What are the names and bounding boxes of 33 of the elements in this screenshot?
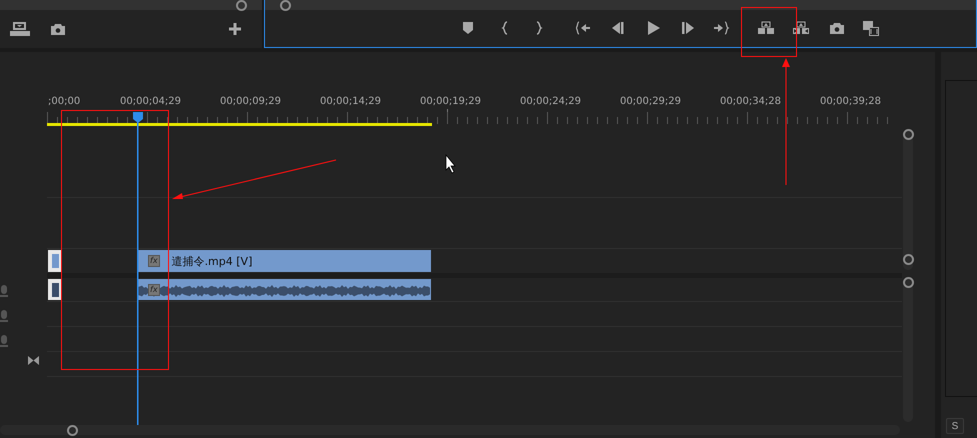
play-icon[interactable] [646, 21, 662, 36]
mouse-pointer-icon [446, 154, 456, 174]
export-frame-icon[interactable] [10, 22, 30, 36]
insert-icon[interactable] [758, 21, 774, 36]
solo-button[interactable]: S [946, 418, 964, 434]
clip-name: 遣捕令.mp4 [V] [172, 254, 252, 268]
timecode-label: 00;00;04;29 [120, 96, 182, 107]
overwrite-icon[interactable] [793, 21, 809, 36]
timecode-label: 00;00;19;29 [420, 96, 482, 107]
camera-icon[interactable] [50, 22, 66, 36]
clip-thumbnail [48, 279, 62, 300]
timecode-label: 00;00;24;29 [520, 96, 582, 107]
timecode-label: 00;00;39;28 [820, 96, 882, 107]
bowtie-icon[interactable] [28, 356, 39, 365]
vertical-scrollbar[interactable] [903, 277, 913, 422]
go-to-in-icon[interactable] [576, 21, 592, 36]
timecode-label: 00;00;09;29 [220, 96, 282, 107]
resize-handle[interactable] [236, 0, 247, 11]
timecode-label: 00;00;14;29 [320, 96, 382, 107]
vertical-scrollbar[interactable] [903, 130, 913, 270]
resize-handle[interactable] [280, 0, 291, 11]
effects-badge: fx [148, 255, 160, 267]
horizontal-scrollbar[interactable] [0, 425, 900, 435]
multi-camera-icon[interactable] [863, 21, 879, 36]
effects-badge: fx [148, 284, 160, 296]
camera-icon[interactable] [829, 21, 845, 36]
add-icon[interactable] [229, 23, 241, 35]
go-to-out-icon[interactable] [714, 21, 730, 36]
timecode-label: 00;00;34;28 [720, 96, 782, 107]
clip-thumbnail [48, 250, 62, 272]
timecode-label: 00;00;29;29 [620, 96, 682, 107]
timecode-label: ;00;00 [48, 96, 80, 107]
annotation-rectangle [741, 7, 797, 57]
